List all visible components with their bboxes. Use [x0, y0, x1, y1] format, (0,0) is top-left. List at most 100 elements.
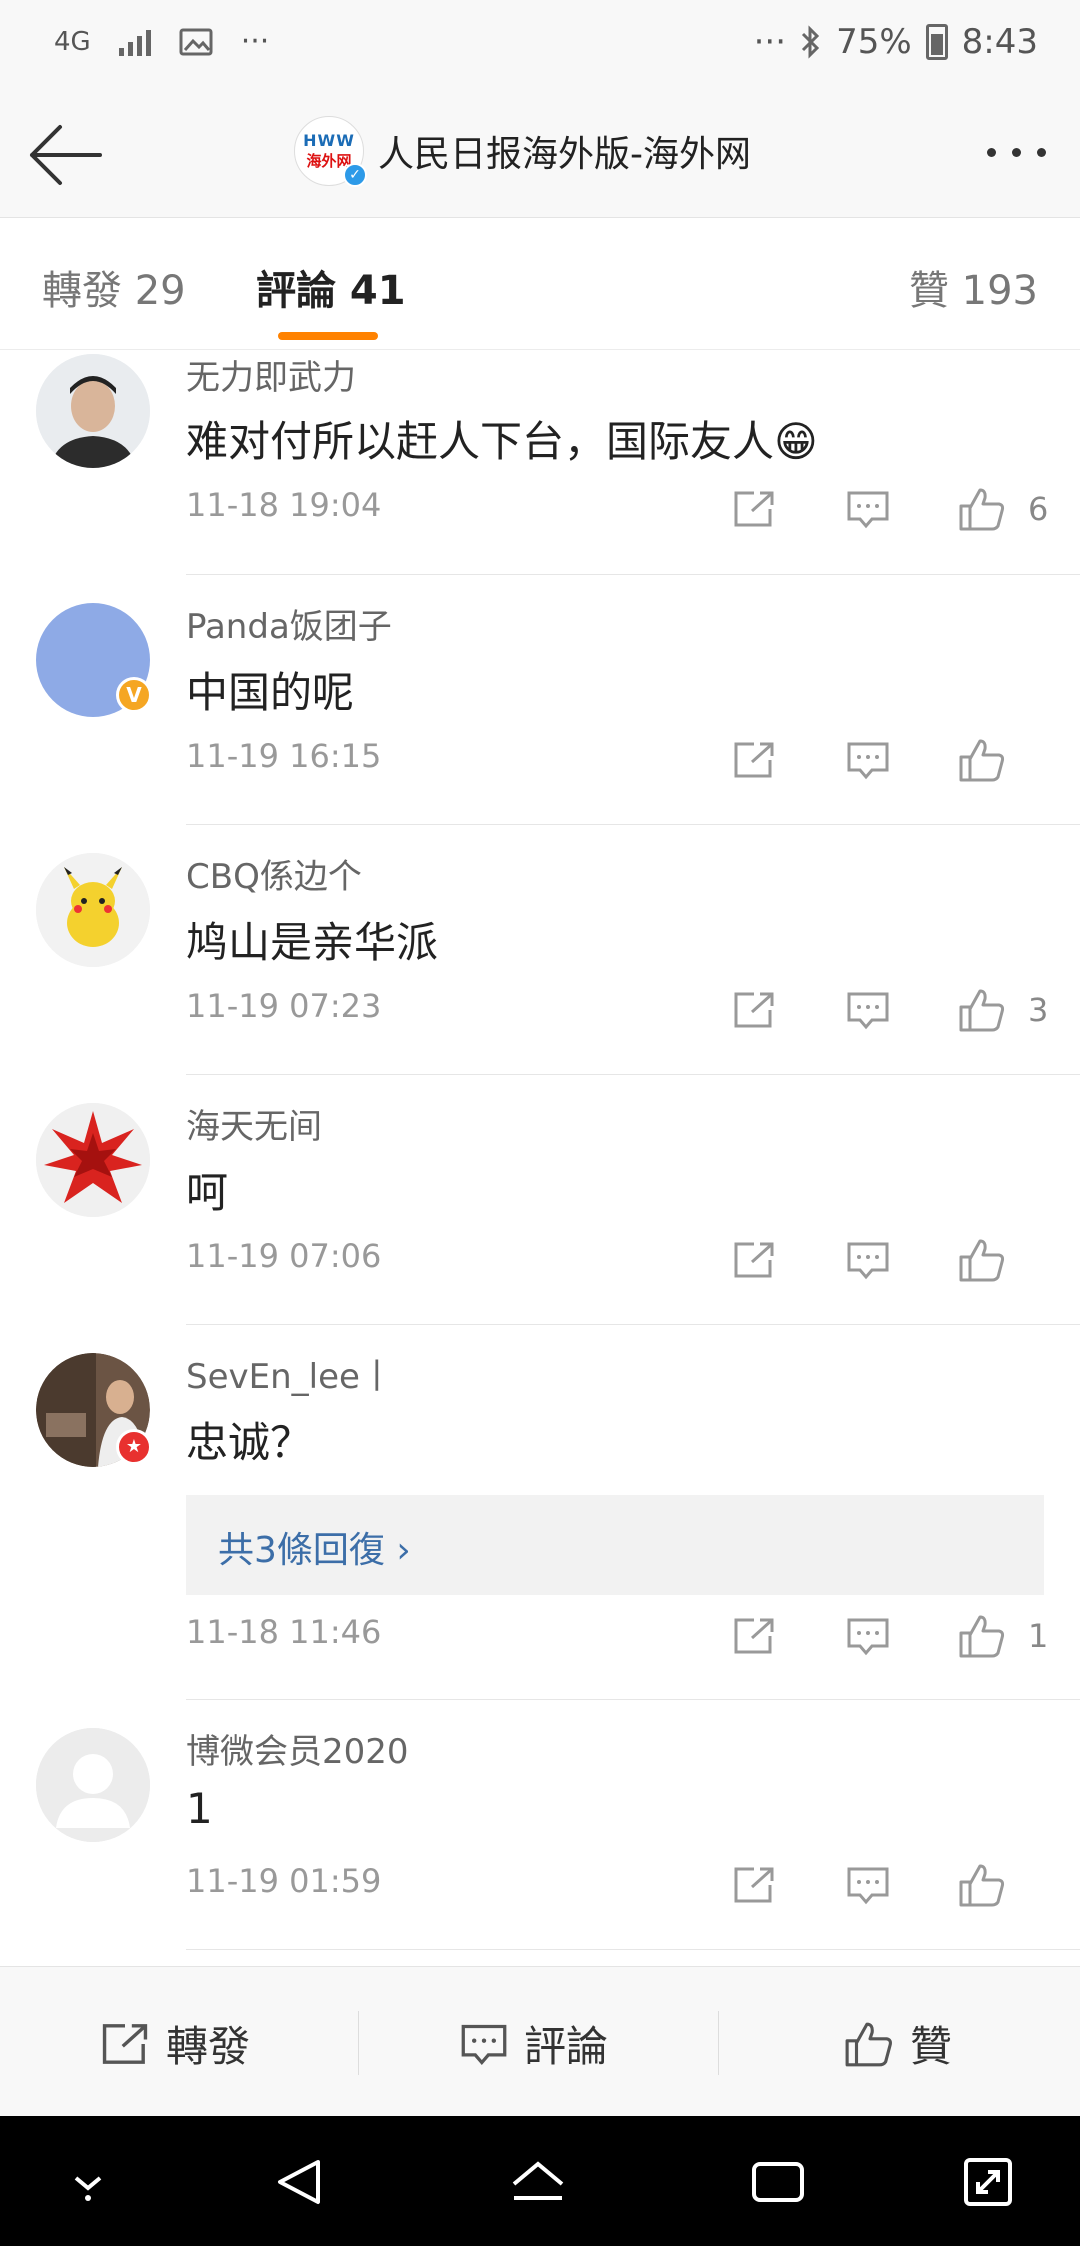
comment-item: CBQ係边个 鸠山是亲华派 11-19 07:23 3: [0, 825, 1080, 1075]
like-icon[interactable]: [952, 733, 1012, 787]
gallery-icon: [179, 28, 213, 55]
back-icon[interactable]: [270, 2152, 330, 2212]
avatar[interactable]: V: [36, 603, 152, 717]
share-icon[interactable]: [724, 1858, 784, 1912]
comment-time: 11-18 11:46: [186, 1613, 382, 1651]
battery-percent: 75%: [836, 22, 912, 62]
like-icon[interactable]: [952, 482, 1012, 536]
comment-text: 1: [186, 1784, 213, 1833]
reply-icon[interactable]: [838, 1858, 898, 1912]
comment-item: ★ SevEn_lee丨 忠诚？ 共3條回復 › 11-18 11:46 1: [0, 1325, 1080, 1700]
signal-icon: [118, 28, 151, 56]
page-title: 人民日报海外版-海外网: [378, 134, 751, 175]
comment-actions: 3: [670, 983, 1049, 1037]
avatar[interactable]: ★: [36, 1353, 152, 1467]
like-count: 3: [1028, 991, 1049, 1029]
account-avatar[interactable]: HWW 海外网 ✓: [294, 116, 367, 187]
comment-text: 中国的呢: [186, 668, 355, 717]
reply-icon[interactable]: [838, 1233, 898, 1287]
comment-time: 11-18 19:04: [186, 486, 382, 524]
separator: [358, 2011, 359, 2075]
tab-likes[interactable]: 贊 193: [909, 258, 1038, 316]
like-count: 1: [1028, 1617, 1049, 1655]
replies-box[interactable]: 共3條回復 ›: [186, 1495, 1044, 1595]
share-icon[interactable]: [724, 1233, 784, 1287]
comment-actions: 1: [670, 1609, 1049, 1663]
verified-badge-icon: ✓: [343, 163, 367, 187]
comment-text: 忠诚？: [186, 1418, 313, 1467]
bottom-action-bar: 轉發 評論 贊: [0, 1966, 1080, 2116]
active-tab-indicator: [278, 332, 378, 340]
reply-icon[interactable]: [838, 983, 898, 1037]
repost-button[interactable]: 轉發: [100, 2013, 250, 2074]
like-icon: [845, 2022, 892, 2066]
network-indicator: 4G: [54, 26, 91, 57]
comment-button[interactable]: 評論: [460, 2013, 608, 2074]
like-icon[interactable]: [952, 1858, 1012, 1912]
reply-icon[interactable]: [838, 733, 898, 787]
comment-actions: [670, 1858, 1012, 1912]
avatar[interactable]: [36, 1728, 150, 1842]
like-count: 6: [1028, 490, 1049, 528]
comment-actions: 6: [670, 482, 1049, 536]
top-app-bar: HWW 海外网 ✓ 人民日报海外版-海外网: [0, 92, 1080, 218]
share-icon[interactable]: [724, 482, 784, 536]
avatar[interactable]: [36, 1103, 150, 1217]
like-icon[interactable]: [952, 1233, 1012, 1287]
comment-username[interactable]: SevEn_lee丨: [186, 1349, 394, 1398]
comment-time: 11-19 07:06: [186, 1237, 382, 1275]
share-icon[interactable]: [724, 733, 784, 787]
comment-text: 鸠山是亲华派: [186, 918, 439, 967]
share-icon: [102, 2023, 148, 2064]
avatar[interactable]: [36, 853, 150, 967]
more-options-icon[interactable]: [987, 148, 1046, 157]
bluetooth-icon: [802, 25, 820, 59]
clock: 8:43: [961, 22, 1038, 62]
repost-label: 轉發: [166, 2022, 251, 2071]
comment-item: 博微会员2020 1 11-19 01:59: [0, 1700, 1080, 1950]
expand-icon[interactable]: [958, 2152, 1018, 2212]
tab-comments[interactable]: 評論 41: [256, 258, 406, 316]
share-icon[interactable]: [724, 983, 784, 1037]
comment-time: 11-19 07:23: [186, 987, 382, 1025]
divider: [186, 1949, 1080, 1950]
comment-text: 呵: [186, 1168, 229, 1217]
system-navigation-bar: [0, 2116, 1080, 2246]
comment-text: 难对付所以赶人下台，国际友人😁: [186, 417, 818, 466]
like-icon[interactable]: [952, 983, 1012, 1037]
like-icon[interactable]: [952, 1609, 1012, 1663]
logo-text: HWW: [303, 131, 355, 150]
comment-username[interactable]: Panda饭团子: [186, 599, 392, 648]
tab-bar: 轉發 29 評論 41 贊 193: [0, 218, 1080, 350]
reply-icon[interactable]: [838, 482, 898, 536]
comment-username[interactable]: 无力即武力: [186, 350, 356, 399]
battery-icon: [925, 24, 948, 60]
recent-apps-icon[interactable]: [748, 2152, 808, 2212]
like-label: 贊: [910, 2022, 953, 2071]
share-icon[interactable]: [724, 1609, 784, 1663]
comment-time: 11-19 16:15: [186, 737, 382, 775]
hide-keyboard-icon[interactable]: [58, 2152, 118, 2212]
account-header[interactable]: HWW 海外网 ✓ 人民日报海外版-海外网: [294, 116, 751, 187]
comment-actions: [670, 733, 1012, 787]
view-replies-link[interactable]: 共3條回復 ›: [218, 1521, 411, 1573]
more-status-icon: ···: [753, 22, 787, 62]
comment-item: 海天无间 呵 11-19 07:06: [0, 1075, 1080, 1325]
reply-icon[interactable]: [838, 1609, 898, 1663]
comment-item: 无力即武力 难对付所以赶人下台，国际友人😁 11-18 19:04 6: [0, 350, 1080, 575]
comment-username[interactable]: 博微会员2020: [186, 1724, 409, 1773]
comment-icon: [461, 2024, 507, 2065]
tab-repost[interactable]: 轉發 29: [42, 258, 186, 316]
like-button[interactable]: 贊: [844, 2013, 952, 2074]
comment-list: 无力即武力 难对付所以赶人下台，国际友人😁 11-18 19:04 6 V Pa…: [0, 350, 1080, 1950]
more-notifications-icon: ···: [240, 24, 270, 59]
comment-username[interactable]: CBQ係边个: [186, 849, 362, 898]
comment-label: 評論: [524, 2022, 609, 2071]
comment-item: V Panda饭团子 中国的呢 11-19 16:15: [0, 575, 1080, 825]
comment-time: 11-19 01:59: [186, 1862, 382, 1900]
home-icon[interactable]: [508, 2152, 568, 2212]
comment-username[interactable]: 海天无间: [186, 1099, 322, 1148]
vip-badge-icon: ★: [116, 1429, 152, 1465]
back-arrow-icon[interactable]: [26, 120, 106, 190]
avatar[interactable]: [36, 354, 150, 468]
